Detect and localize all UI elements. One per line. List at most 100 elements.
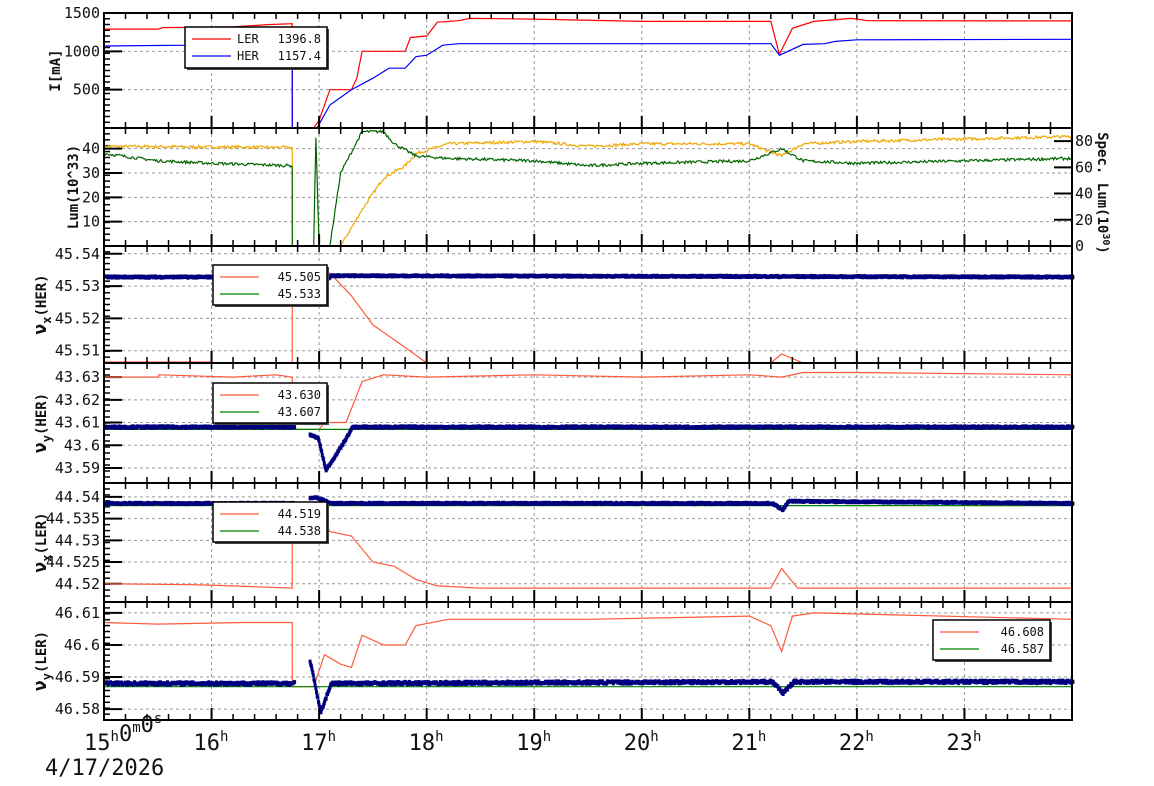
- legend-value: 45.505: [278, 270, 321, 284]
- legend: 44.519 44.538: [212, 501, 329, 544]
- tick-unit: h: [220, 729, 228, 745]
- tick-unit: h: [111, 729, 119, 745]
- panel-nuy-her: 43.5943.643.6143.6243.63νy(HER) 43.63043.…: [30, 362, 1075, 484]
- label-text: Spec. Lum(10: [1094, 132, 1110, 233]
- label-text: (HER): [34, 274, 50, 316]
- nu-symbol: ν: [30, 442, 51, 453]
- y-tick-label: 45.53: [55, 277, 100, 295]
- series-setpoint: [103, 612, 1073, 688]
- date-label: 4/17/2026: [45, 756, 164, 781]
- legend-value: 43.607: [278, 405, 321, 419]
- right-y-axis-label: Spec. Lum(1030): [1094, 132, 1111, 254]
- y-tick-label: 1500: [64, 4, 100, 22]
- tick-unit: h: [973, 729, 981, 745]
- x-tick-label: 16h: [194, 729, 229, 756]
- tick-number: 18: [409, 731, 436, 756]
- y-tick-label: 46.6: [64, 636, 100, 654]
- y-axis-label: νy(LER): [30, 631, 54, 691]
- legend: 43.630 43.607: [212, 382, 329, 425]
- y-tick-label: 20: [82, 188, 100, 206]
- tick-unit: h: [328, 729, 336, 745]
- y-tick-label: 44.535: [46, 510, 100, 528]
- legend-value: 1157.4: [278, 49, 321, 63]
- tick-number: 17: [301, 731, 328, 756]
- tick-unit: h: [758, 729, 766, 745]
- y-axis-label: νx(HER): [30, 274, 54, 334]
- x-tick-label: 20h: [624, 729, 659, 756]
- tick-number: 0: [119, 722, 132, 747]
- label-text: (LER): [34, 512, 50, 554]
- panel-nuy-ler: 46.5846.5946.646.61νy(LER) 46.60846.587: [30, 601, 1075, 721]
- y-tick-label: 45.51: [55, 342, 100, 360]
- legend-value: 46.587: [1001, 642, 1044, 656]
- x-tick-label: 22h: [839, 729, 874, 756]
- y-tick-label: 43.6: [64, 436, 100, 454]
- right-y-tick-label: 20: [1075, 211, 1093, 229]
- series-Lum-yellow: [103, 134, 1073, 247]
- subscript: y: [40, 673, 54, 680]
- subscript: x: [40, 555, 54, 562]
- subscript: x: [40, 317, 54, 324]
- y-tick-label: 44.54: [55, 488, 100, 506]
- tick-number: 15: [84, 731, 111, 756]
- x-tick-label: 21h: [731, 729, 766, 756]
- y-tick-label: 40: [82, 140, 100, 158]
- y-tick-label: 45.54: [55, 245, 100, 263]
- panel-nux-her: 45.5145.5245.5345.54νx(HER) 45.50545.533: [30, 245, 1075, 364]
- accelerator-trend-chart: 50010001500I[mA]LER 1396.8HER 1157.4102030…: [30, 4, 1111, 781]
- x-tick-label: 18h: [409, 729, 444, 756]
- y-tick-label: 46.58: [55, 700, 100, 718]
- nu-symbol: ν: [30, 680, 51, 691]
- series-Lum-green: [103, 129, 1073, 247]
- tick-unit: s: [154, 711, 162, 727]
- y-tick-label: 45.52: [55, 309, 100, 327]
- tick-number: 16: [194, 731, 221, 756]
- x-tick-label: 19h: [516, 729, 551, 756]
- legend-value: 46.608: [1001, 625, 1044, 639]
- legend-value: 1396.8: [278, 32, 321, 46]
- legend: 46.608 46.587: [932, 619, 1052, 662]
- y-tick-label: 46.61: [55, 604, 100, 622]
- tick-number: 23: [946, 731, 973, 756]
- nu-symbol: ν: [30, 562, 51, 573]
- legend-value: 44.538: [278, 524, 321, 538]
- legend: 45.505 45.533: [212, 264, 329, 307]
- y-axis-label: νy(HER): [30, 393, 54, 453]
- panel-nux-ler: 44.5244.52544.5344.53544.54νx(LER) 44.519…: [30, 482, 1075, 603]
- legend-value: 43.630: [278, 388, 321, 402]
- y-tick-label: 46.59: [55, 668, 100, 686]
- legend-value: 45.533: [278, 287, 321, 301]
- tick-number: 22: [839, 731, 866, 756]
- subscript: y: [40, 435, 54, 442]
- label-text: (LER): [34, 631, 50, 673]
- y-tick-label: 43.62: [55, 391, 100, 409]
- y-tick-label: 44.53: [55, 531, 100, 549]
- legend-value: 44.519: [278, 507, 321, 521]
- y-tick-label: 43.59: [55, 459, 100, 477]
- x-tick-label: 17h: [301, 729, 336, 756]
- y-tick-label: 44.52: [55, 575, 100, 593]
- tick-unit: m: [132, 720, 140, 736]
- tick-number: 0: [141, 713, 154, 738]
- right-y-tick-label: 40: [1075, 185, 1093, 203]
- label-text: (HER): [34, 393, 50, 435]
- tick-number: 20: [624, 731, 651, 756]
- panel-luminosity: 10203040Lum(10^33)020406080 Spec. Lum(103…: [66, 127, 1111, 255]
- tick-unit: h: [543, 729, 551, 745]
- panel-current: 500 1000 1500 I[mA] LER 1396.8 HER 1157.4: [48, 4, 1073, 129]
- legend-name: LER: [237, 32, 259, 46]
- label-text: ): [1094, 245, 1110, 253]
- nu-symbol: ν: [30, 324, 51, 335]
- y-axis-label: Lum(10^33): [66, 145, 82, 229]
- tick-unit: h: [865, 729, 873, 745]
- y-tick-label: 30: [82, 164, 100, 182]
- tick-unit: h: [435, 729, 443, 745]
- superscript: 30: [1100, 233, 1111, 245]
- y-tick-label: 43.61: [55, 414, 100, 432]
- panel-frame: [103, 127, 1073, 247]
- y-tick-label: 43.63: [55, 368, 100, 386]
- right-y-tick-label: 0: [1075, 237, 1084, 255]
- y-tick-label: 500: [73, 81, 100, 99]
- legend: LER 1396.8 HER 1157.4: [184, 26, 329, 70]
- y-tick-label: 10: [82, 213, 100, 231]
